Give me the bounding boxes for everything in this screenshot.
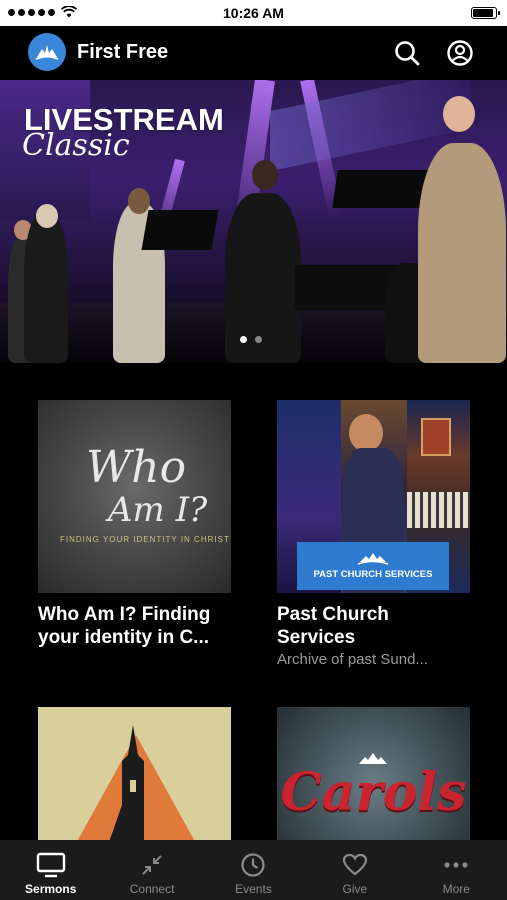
singer-head: [128, 188, 150, 214]
church-logo-icon: [357, 553, 389, 565]
church-steeple-icon: [108, 725, 144, 845]
connect-arrows-icon: [140, 851, 164, 879]
singer: [225, 193, 301, 363]
tab-more[interactable]: More: [406, 840, 507, 900]
nav-bar: First Free: [0, 26, 507, 80]
singer: [418, 143, 506, 363]
app-title: First Free: [77, 41, 169, 63]
status-bar: 10:26 AM: [0, 0, 507, 26]
heart-icon: [342, 851, 368, 879]
sermon-series-card[interactable]: PAST CHURCH SERVICES Past Church Service…: [277, 400, 470, 668]
search-icon[interactable]: [393, 39, 421, 67]
singer-head: [252, 160, 278, 190]
tab-give[interactable]: Give: [304, 840, 405, 900]
artwork-caption: FINDING YOUR IDENTITY IN CHRIST: [60, 535, 230, 544]
pager-dot[interactable]: [255, 336, 262, 343]
artwork-text: Am I?: [108, 490, 208, 530]
sermon-series-card[interactable]: Who Am I? FINDING YOUR IDENTITY IN CHRIS…: [38, 400, 231, 649]
battery-icon: [471, 7, 500, 19]
tab-label: Connect: [129, 882, 175, 896]
singer-head: [443, 96, 475, 132]
card-title: Who Am I? Finding your identity in C...: [38, 604, 211, 648]
banner-text: PAST CHURCH SERVICES: [313, 569, 433, 580]
tab-label: More: [442, 882, 470, 896]
hero-banner[interactable]: LIVESTREAM Classic: [0, 80, 507, 363]
tab-events[interactable]: Events: [203, 840, 304, 900]
tab-bar: Sermons Connect Events Give More: [0, 840, 507, 900]
singer: [24, 213, 68, 363]
tab-label: Give: [342, 882, 368, 896]
card-title: Past Church Services: [277, 604, 389, 648]
hero-pager[interactable]: [240, 336, 262, 343]
series-artwork: PAST CHURCH SERVICES: [277, 400, 470, 593]
tab-sermons[interactable]: Sermons: [0, 840, 101, 900]
more-dots-icon: [443, 851, 469, 879]
profile-icon[interactable]: [446, 39, 474, 67]
tab-connect[interactable]: Connect: [101, 840, 202, 900]
hero-subtitle: Classic: [22, 128, 130, 163]
artwork-text: Carols: [280, 762, 467, 823]
tab-label: Events: [235, 882, 272, 896]
card-subtitle: Archive of past Sund...: [277, 651, 428, 668]
past-services-banner: PAST CHURCH SERVICES: [297, 542, 449, 590]
tv-icon: [36, 851, 66, 879]
series-artwork: Who Am I? FINDING YOUR IDENTITY IN CHRIS…: [38, 400, 231, 593]
clock-icon: [240, 851, 266, 879]
pager-dot-active[interactable]: [240, 336, 247, 343]
artwork-text: Who: [86, 442, 187, 493]
singer-head: [36, 204, 58, 228]
tab-label: Sermons: [25, 882, 77, 896]
church-logo-icon[interactable]: [28, 33, 66, 71]
status-time: 10:26 AM: [223, 5, 284, 21]
music-stand: [141, 210, 219, 250]
